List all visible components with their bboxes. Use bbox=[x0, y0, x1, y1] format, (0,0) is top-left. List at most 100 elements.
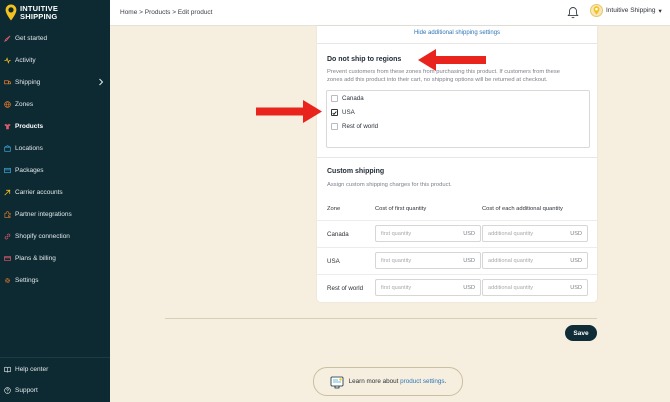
currency-unit: USD bbox=[570, 285, 582, 291]
link-icon bbox=[4, 233, 11, 239]
sidebar: INTUITIVE SHIPPING Get started Activity … bbox=[0, 0, 110, 402]
column-header-first-quantity: Cost of first quantity bbox=[375, 206, 427, 212]
checkbox-rest-of-world[interactable] bbox=[331, 123, 338, 130]
first-quantity-input[interactable]: first quantity USD bbox=[375, 225, 481, 242]
sidebar-item-label: Carrier accounts bbox=[15, 188, 63, 196]
sidebar-item-partner-integrations[interactable]: Partner integrations bbox=[0, 203, 110, 225]
location-pin-logo-icon bbox=[5, 4, 17, 21]
custom-shipping-title: Custom shipping bbox=[327, 168, 385, 175]
region-option-usa[interactable]: USA bbox=[331, 109, 355, 116]
account-name: Intuitive Shipping bbox=[606, 7, 656, 14]
sidebar-divider bbox=[0, 357, 110, 358]
sidebar-item-label: Get started bbox=[15, 34, 48, 42]
activity-icon bbox=[4, 56, 11, 64]
input-placeholder: additional quantity bbox=[488, 231, 534, 237]
sidebar-item-get-started[interactable]: Get started bbox=[0, 27, 110, 49]
sidebar-item-label: Settings bbox=[15, 276, 39, 284]
page-divider bbox=[165, 318, 597, 319]
sidebar-item-support[interactable]: Support bbox=[0, 380, 110, 401]
first-quantity-input[interactable]: first quantity USD bbox=[375, 279, 481, 296]
input-placeholder: first quantity bbox=[381, 285, 412, 291]
sidebar-item-settings[interactable]: Settings bbox=[0, 269, 110, 291]
account-menu[interactable]: Intuitive Shipping ▾ bbox=[590, 4, 662, 17]
input-placeholder: first quantity bbox=[381, 258, 412, 264]
sidebar-item-label: Partner integrations bbox=[15, 210, 72, 218]
learn-more-prefix: Learn more about bbox=[348, 378, 399, 385]
sidebar-item-help-center[interactable]: Help center bbox=[0, 359, 110, 380]
shirt-icon bbox=[4, 123, 11, 129]
region-label: Rest of world bbox=[342, 123, 379, 130]
carrier-icon bbox=[4, 189, 11, 195]
sidebar-item-label: Zones bbox=[15, 100, 34, 108]
sidebar-item-label: Locations bbox=[15, 144, 43, 152]
table-row-canada: Canada first quantity USD additional qua… bbox=[317, 220, 597, 247]
region-label: USA bbox=[342, 109, 355, 116]
sidebar-item-label: Help center bbox=[15, 366, 49, 373]
sidebar-item-shipping[interactable]: Shipping bbox=[0, 71, 110, 93]
learn-more-suffix: . bbox=[444, 378, 447, 385]
table-row-rest-of-world: Rest of world first quantity USD additio… bbox=[317, 274, 597, 301]
rocket-icon bbox=[4, 35, 11, 42]
truck-icon bbox=[4, 79, 11, 84]
sidebar-item-shopify-connection[interactable]: Shopify connection bbox=[0, 225, 110, 247]
currency-unit: USD bbox=[463, 231, 475, 237]
globe-icon bbox=[4, 100, 11, 108]
annotation-arrow-right bbox=[256, 100, 322, 123]
sidebar-item-label: Support bbox=[15, 387, 38, 394]
bell-icon[interactable] bbox=[567, 6, 579, 19]
sidebar-item-label: Shipping bbox=[15, 78, 41, 86]
sidebar-item-label: Activity bbox=[15, 56, 36, 64]
currency-unit: USD bbox=[570, 231, 582, 237]
column-header-additional-quantity: Cost of each additional quantity bbox=[482, 206, 563, 212]
additional-quantity-input[interactable]: additional quantity USD bbox=[482, 252, 588, 269]
billing-icon bbox=[4, 255, 11, 261]
product-settings-link[interactable]: product settings bbox=[400, 378, 444, 385]
no-ship-desc-line-2: zones add this product into their cart, … bbox=[327, 77, 548, 83]
sidebar-item-packages[interactable]: Packages bbox=[0, 159, 110, 181]
additional-quantity-input[interactable]: additional quantity USD bbox=[482, 225, 588, 242]
puzzle-icon bbox=[4, 210, 11, 218]
currency-unit: USD bbox=[463, 258, 475, 264]
sidebar-item-label: Products bbox=[15, 122, 44, 130]
checkbox-usa[interactable] bbox=[331, 109, 338, 116]
gear-icon bbox=[5, 277, 10, 283]
table-row-usa: USA first quantity USD additional quanti… bbox=[317, 247, 597, 274]
help-icon bbox=[4, 387, 11, 394]
sidebar-item-products[interactable]: Products bbox=[0, 115, 110, 137]
column-header-zone: Zone bbox=[327, 206, 341, 212]
sidebar-item-label: Packages bbox=[15, 166, 44, 174]
brand-name: INTUITIVE SHIPPING bbox=[20, 4, 58, 21]
package-icon bbox=[4, 167, 11, 173]
zone-name: Canada bbox=[327, 231, 349, 238]
input-placeholder: additional quantity bbox=[488, 258, 534, 264]
region-option-canada[interactable]: Canada bbox=[331, 95, 364, 102]
breadcrumb[interactable]: Home > Products > Edit product bbox=[120, 9, 213, 16]
chevron-right-icon bbox=[99, 78, 104, 86]
region-option-rest-of-world[interactable]: Rest of world bbox=[331, 123, 378, 130]
book-icon bbox=[4, 366, 11, 373]
region-label: Canada bbox=[342, 95, 364, 102]
sidebar-item-carrier-accounts[interactable]: Carrier accounts bbox=[0, 181, 110, 203]
divider bbox=[317, 157, 597, 158]
location-icon bbox=[4, 144, 11, 152]
caret-down-icon: ▾ bbox=[658, 7, 662, 15]
location-pin-avatar-icon bbox=[593, 6, 600, 15]
sidebar-item-label: Plans & billing bbox=[15, 254, 56, 262]
input-placeholder: first quantity bbox=[381, 231, 412, 237]
save-button[interactable]: Save bbox=[565, 325, 597, 341]
additional-quantity-input[interactable]: additional quantity USD bbox=[482, 279, 588, 296]
sidebar-item-zones[interactable]: Zones bbox=[0, 93, 110, 115]
no-ship-title: Do not ship to regions bbox=[327, 56, 402, 63]
brand-line-2: SHIPPING bbox=[20, 11, 58, 21]
sidebar-item-locations[interactable]: Locations bbox=[0, 137, 110, 159]
currency-unit: USD bbox=[463, 285, 475, 291]
sidebar-item-plans-billing[interactable]: Plans & billing bbox=[0, 247, 110, 269]
hide-settings-link[interactable]: Hide additional shipping settings bbox=[317, 30, 597, 36]
first-quantity-input[interactable]: first quantity USD bbox=[375, 252, 481, 269]
checkmark-icon bbox=[332, 110, 337, 115]
brand-logo[interactable]: INTUITIVE SHIPPING bbox=[5, 4, 58, 21]
sidebar-item-activity[interactable]: Activity bbox=[0, 49, 110, 71]
custom-shipping-description: Assign custom shipping charges for this … bbox=[327, 182, 452, 188]
sidebar-bottom-nav: Help center Support bbox=[0, 359, 110, 401]
checkbox-canada[interactable] bbox=[331, 95, 338, 102]
